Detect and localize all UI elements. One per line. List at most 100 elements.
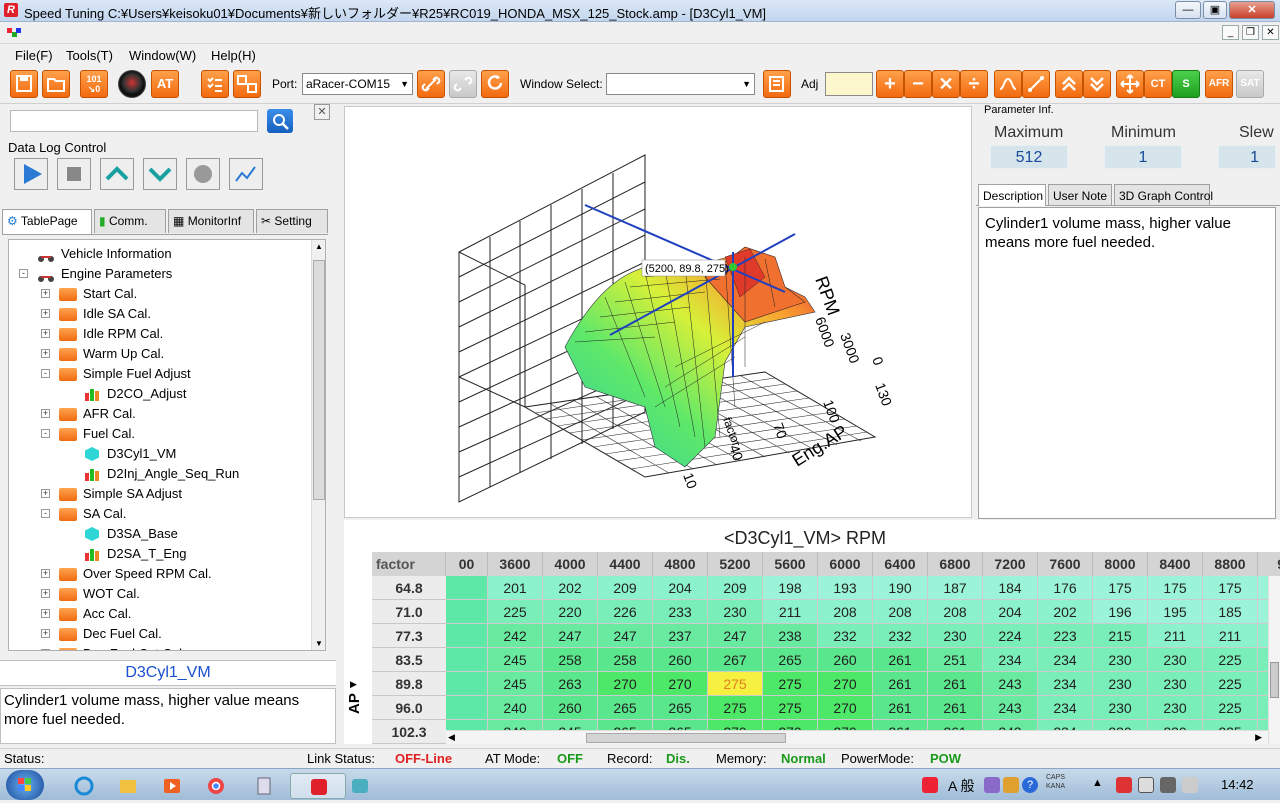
ct-button[interactable]: CT bbox=[1144, 70, 1172, 98]
table-hscrollbar[interactable]: ◀ ▶ bbox=[446, 730, 1268, 744]
table-cell[interactable]: 230 bbox=[1148, 696, 1203, 720]
explorer-taskbar-icon[interactable] bbox=[108, 773, 148, 799]
tree-item[interactable]: - Engine Parameters bbox=[9, 264, 309, 284]
table-cell[interactable]: 204 bbox=[653, 576, 708, 600]
table-cell[interactable] bbox=[446, 624, 488, 648]
column-header[interactable]: 6800 bbox=[928, 552, 983, 576]
table-cell[interactable]: 263 bbox=[543, 672, 598, 696]
mdi-minimize-button[interactable]: _ bbox=[1222, 25, 1239, 40]
expand-icon[interactable]: + bbox=[41, 589, 50, 598]
table-cell[interactable]: 240 bbox=[488, 696, 543, 720]
media-taskbar-icon[interactable] bbox=[152, 773, 192, 799]
table-cell[interactable]: 215 bbox=[1093, 624, 1148, 648]
table-cell[interactable]: 234 bbox=[1038, 672, 1093, 696]
tab-setting[interactable]: ✂ Setting bbox=[256, 209, 328, 233]
tab-3d-graph-control[interactable]: 3D Graph Control bbox=[1114, 184, 1213, 205]
column-header[interactable]: 6400 bbox=[873, 552, 928, 576]
expand-icon[interactable]: + bbox=[41, 409, 50, 418]
tree-item[interactable]: + Idle SA Cal. bbox=[9, 304, 309, 324]
column-header[interactable]: 4400 bbox=[598, 552, 653, 576]
table-cell[interactable]: 208 bbox=[873, 600, 928, 624]
table-cell[interactable]: 220 bbox=[543, 600, 598, 624]
table-cell[interactable]: 176 bbox=[1038, 576, 1093, 600]
table-cell[interactable]: 260 bbox=[543, 696, 598, 720]
collapse-icon[interactable]: - bbox=[19, 269, 28, 278]
table-cell[interactable]: 275 bbox=[708, 696, 763, 720]
table-cell[interactable]: 230 bbox=[1093, 672, 1148, 696]
row-header[interactable]: 89.8 bbox=[372, 672, 446, 696]
table-cell[interactable]: 265 bbox=[598, 696, 653, 720]
table-cell[interactable]: 243 bbox=[983, 672, 1038, 696]
table-cell[interactable]: 211 bbox=[763, 600, 818, 624]
table-cell[interactable]: 224 bbox=[983, 624, 1038, 648]
table-cell[interactable]: 196 bbox=[1093, 600, 1148, 624]
table-cell[interactable]: 245 bbox=[488, 648, 543, 672]
table-cell[interactable]: 261 bbox=[928, 696, 983, 720]
row-header[interactable]: 64.8 bbox=[372, 576, 446, 600]
table-cell[interactable]: 275 bbox=[763, 696, 818, 720]
table-cell[interactable]: 265 bbox=[653, 696, 708, 720]
table-cell[interactable] bbox=[446, 672, 488, 696]
help-icon[interactable]: ? bbox=[1022, 777, 1038, 793]
column-header[interactable]: 92 bbox=[1258, 552, 1280, 576]
table-cell[interactable]: 175 bbox=[1203, 576, 1258, 600]
tree-item[interactable]: D2Inj_Angle_Seq_Run bbox=[9, 464, 309, 484]
table-cell[interactable]: 201 bbox=[488, 576, 543, 600]
table-cell[interactable]: 223 bbox=[1038, 624, 1093, 648]
tab-description[interactable]: Description bbox=[978, 184, 1046, 206]
table-cell[interactable]: 230 bbox=[708, 600, 763, 624]
table-cell[interactable]: 275 bbox=[708, 672, 763, 696]
edit-table-button[interactable] bbox=[763, 70, 791, 98]
column-header[interactable]: 6000 bbox=[818, 552, 873, 576]
table-cell[interactable]: 204 bbox=[983, 600, 1038, 624]
table-cell[interactable] bbox=[446, 576, 488, 600]
tree-item[interactable]: D2CO_Adjust bbox=[9, 384, 309, 404]
window-select[interactable]: ▼ bbox=[606, 73, 755, 95]
column-header[interactable]: 8400 bbox=[1148, 552, 1203, 576]
refresh-button[interactable] bbox=[481, 70, 509, 98]
table-cell[interactable]: 184 bbox=[983, 576, 1038, 600]
tree-item[interactable]: + Idle RPM Cal. bbox=[9, 324, 309, 344]
compare-button[interactable] bbox=[233, 70, 261, 98]
table-cell[interactable]: 265 bbox=[763, 648, 818, 672]
table-cell[interactable]: 261 bbox=[873, 696, 928, 720]
table-cell[interactable]: 232 bbox=[873, 624, 928, 648]
column-header[interactable]: 8000 bbox=[1093, 552, 1148, 576]
tree-item[interactable]: + Simple SA Adjust bbox=[9, 484, 309, 504]
table-cell[interactable]: 175 bbox=[1093, 576, 1148, 600]
table-cell[interactable]: 237 bbox=[653, 624, 708, 648]
row-header[interactable]: 83.5 bbox=[372, 648, 446, 672]
table-cell[interactable]: 260 bbox=[653, 648, 708, 672]
at-button[interactable]: AT bbox=[151, 70, 179, 98]
table-cell[interactable]: 202 bbox=[543, 576, 598, 600]
table-cell[interactable]: 247 bbox=[708, 624, 763, 648]
search-input[interactable] bbox=[10, 110, 258, 132]
chart-button[interactable] bbox=[229, 158, 263, 190]
column-header[interactable]: 5600 bbox=[763, 552, 818, 576]
show-hidden-icons-button[interactable]: ▲ bbox=[1092, 777, 1103, 789]
table-cell[interactable]: 232 bbox=[818, 624, 873, 648]
table-cell[interactable]: 226 bbox=[598, 600, 653, 624]
table-cell[interactable]: 261 bbox=[873, 648, 928, 672]
table-cell[interactable]: 195 bbox=[1148, 600, 1203, 624]
table-cell[interactable]: 225 bbox=[1203, 672, 1258, 696]
chevron-down-button[interactable] bbox=[1083, 70, 1111, 98]
tree-item[interactable]: D3SA_Base bbox=[9, 524, 309, 544]
connect-button[interactable] bbox=[417, 70, 445, 98]
tree-item[interactable]: Vehicle Information bbox=[9, 244, 309, 264]
adj-input[interactable] bbox=[825, 72, 873, 96]
table-cell[interactable]: 175 bbox=[1148, 576, 1203, 600]
table-cell[interactable] bbox=[446, 648, 488, 672]
s-button[interactable]: S bbox=[1172, 70, 1200, 98]
sat-button[interactable]: SAT bbox=[1236, 70, 1264, 98]
binary-button[interactable]: 101 ↘0 bbox=[80, 70, 108, 98]
tab-tablepage[interactable]: ⚙ TablePage bbox=[2, 209, 92, 234]
column-header[interactable]: 3600 bbox=[488, 552, 543, 576]
interpolate-button[interactable] bbox=[1022, 70, 1050, 98]
tree-scrollbar[interactable]: ▲ ▼ bbox=[311, 240, 325, 650]
port-select[interactable]: aRacer-COM15 ▼ bbox=[302, 73, 413, 95]
flag-icon[interactable] bbox=[1116, 777, 1132, 793]
menu-file[interactable]: File(F) bbox=[15, 48, 53, 63]
table-cell[interactable]: 258 bbox=[543, 648, 598, 672]
speed-tuning-taskbar-icon[interactable] bbox=[290, 773, 346, 799]
